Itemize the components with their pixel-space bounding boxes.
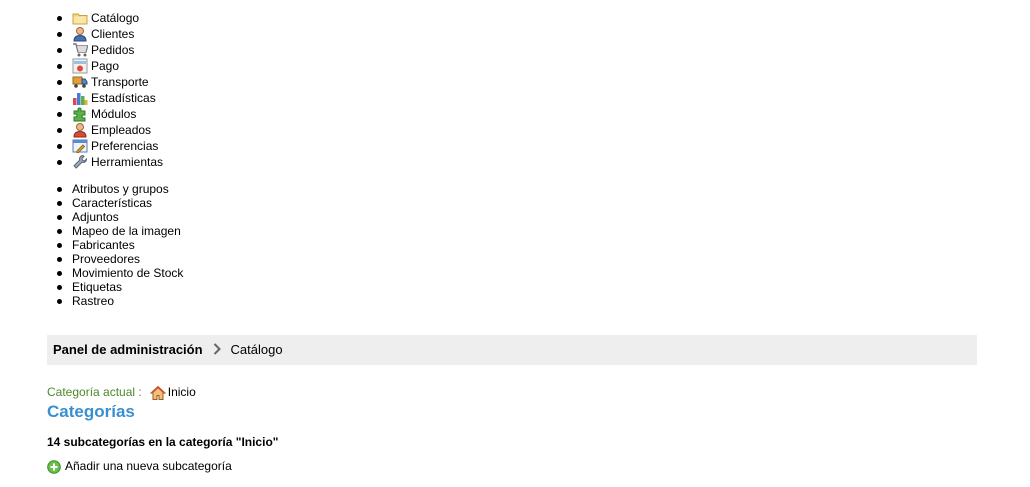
chart-icon [72,90,88,106]
menu-item-clientes[interactable]: Clientes [57,26,163,42]
cart-icon [72,42,88,58]
employee-icon [72,122,88,138]
folder-icon [72,10,88,26]
catalog-submenu: Atributos y grupos Características Adjun… [57,182,183,308]
submenu-item-movimiento-stock[interactable]: Movimiento de Stock [57,266,183,280]
menu-item-modulos[interactable]: Módulos [57,106,163,122]
current-category-link[interactable]: Inicio [168,385,196,399]
add-subcategory-label: Añadir una nueva subcategoría [65,459,232,473]
payment-icon [72,58,88,74]
preferences-icon [72,138,88,154]
submenu-item-etiquetas[interactable]: Etiquetas [57,280,183,294]
menu-item-empleados[interactable]: Empleados [57,122,163,138]
user-icon [72,26,88,42]
menu-item-transporte[interactable]: Transporte [57,74,163,90]
page-title: Categorías [47,402,135,421]
current-category: Categoría actual : Inicio [47,385,196,401]
menu-item-herramientas[interactable]: Herramientas [57,154,163,170]
menu-item-pago[interactable]: Pago [57,58,163,74]
menu-item-preferencias[interactable]: Preferencias [57,138,163,154]
menu-item-estadisticas[interactable]: Estadísticas [57,90,163,106]
current-category-label: Categoría actual : [47,385,142,399]
breadcrumb-root-link[interactable]: Panel de administración [53,342,203,357]
breadcrumb-current: Catálogo [230,342,283,357]
main-menu: Catálogo Clientes Pedidos Pago Transport… [57,10,163,170]
submenu-item-fabricantes[interactable]: Fabricantes [57,238,183,252]
home-icon [149,385,166,401]
submenu-item-caracteristicas[interactable]: Características [57,196,183,210]
wrench-icon [72,154,88,170]
menu-item-catalogo[interactable]: Catálogo [57,10,163,26]
puzzle-icon [72,106,88,122]
submenu-item-proveedores[interactable]: Proveedores [57,252,183,266]
subcategory-count: 14 subcategorías en la categoría "Inicio… [47,435,279,449]
submenu-item-adjuntos[interactable]: Adjuntos [57,210,183,224]
submenu-item-atributos[interactable]: Atributos y grupos [57,182,183,196]
truck-icon [72,74,88,90]
chevron-right-icon [213,336,221,366]
breadcrumb: Panel de administración Catálogo [47,335,977,365]
menu-item-pedidos[interactable]: Pedidos [57,42,163,58]
add-subcategory-link[interactable]: Añadir una nueva subcategoría [47,459,232,474]
submenu-item-mapeo-imagen[interactable]: Mapeo de la imagen [57,224,183,238]
add-icon [47,460,61,474]
submenu-item-rastreo[interactable]: Rastreo [57,294,183,308]
